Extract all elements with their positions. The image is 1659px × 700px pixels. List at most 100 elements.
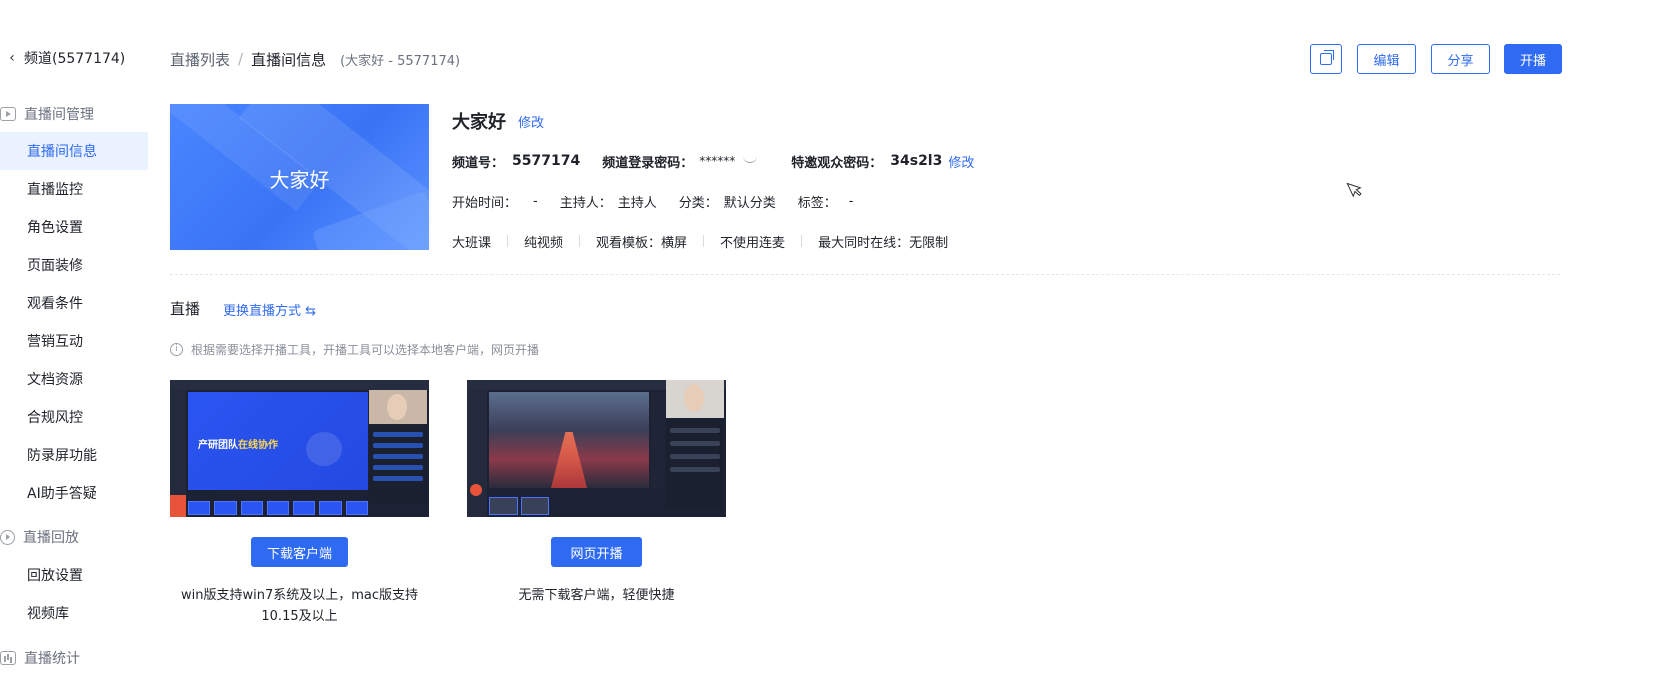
room-title-row: 大家好 修改 [452, 108, 544, 134]
group-room-manage[interactable]: 直播间管理 [0, 102, 94, 126]
attr-class-type: 大班课 [452, 235, 492, 251]
sidebar-item-room-info[interactable]: 直播间信息 [0, 132, 148, 170]
preview-chat [369, 426, 427, 503]
login-password-label: 频道登录密码： [602, 155, 694, 171]
sidebar-item-documents[interactable]: 文档资源 [0, 360, 148, 398]
back-to-channel[interactable]: ‹ 频道(5577174) [0, 46, 125, 70]
host-value: 主持人 [617, 195, 657, 211]
group-replay[interactable]: 直播回放 [0, 525, 79, 549]
group-label: 直播统计 [24, 651, 80, 667]
copy-icon [1320, 50, 1334, 65]
web-description: 无需下载客户端，轻便快捷 [518, 588, 675, 603]
divider [579, 235, 581, 247]
person-avatar [684, 384, 704, 412]
preview-camera [369, 390, 427, 424]
breadcrumb-sub: (大家好 - 5577174) [340, 53, 461, 69]
download-client-button[interactable]: 下载客户端 [251, 537, 348, 567]
stats-icon [0, 651, 16, 665]
sidebar-item-page-decor[interactable]: 页面装修 [0, 246, 148, 284]
group-label: 直播回放 [23, 530, 79, 546]
guest-password-value: 34s2l3 [890, 153, 943, 169]
client-preview-image: 产研团队在线协作 [170, 380, 429, 517]
live-tip-text: 根据需要选择开播工具，开播工具可以选择本地客户端，网页开播 [191, 342, 540, 357]
web-live-button[interactable]: 网页开播 [551, 537, 642, 567]
sidebar: ‹ 频道(5577174) 直播间管理 直播间信息 直播监控 角色设置 页面装修… [0, 36, 148, 700]
client-desc-line2: 10.15及以上 [261, 609, 338, 624]
category-label: 分类： [678, 195, 718, 211]
copy-button[interactable] [1310, 44, 1342, 74]
info-icon: i [170, 342, 183, 356]
sidebar-item-watch-conditions[interactable]: 观看条件 [0, 284, 148, 322]
host-label: 主持人： [559, 195, 612, 211]
preview-slide-text: 产研团队在线协作 [198, 436, 278, 451]
sidebar-item-monitor[interactable]: 直播监控 [0, 170, 148, 208]
client-desc-line1: win版支持win7系统及以上，mac版支持 [180, 588, 418, 603]
breadcrumb-current: 直播间信息 [251, 50, 327, 69]
slide-text-a: 产研团队 [198, 440, 238, 451]
video-icon [0, 107, 16, 121]
record-dot-icon [470, 484, 482, 496]
web-preview-image [467, 380, 726, 517]
channel-no-label: 频道号： [452, 155, 505, 171]
group-stats[interactable]: 直播统计 [0, 646, 80, 670]
divider [703, 235, 705, 247]
share-button[interactable]: 分享 [1431, 44, 1490, 74]
category-value: 默认分类 [723, 195, 776, 211]
chevron-left-icon: ‹ [9, 50, 15, 66]
top-bar [0, 0, 1659, 6]
room-meta-secondary: 开始时间： - 主持人： 主持人 分类： 默认分类 标签： - [452, 191, 854, 211]
edit-button[interactable]: 编辑 [1357, 44, 1416, 74]
tag-label: 标签： [797, 195, 837, 211]
channel-title: 频道(5577174) [24, 51, 126, 67]
preview-sidebar [467, 390, 487, 517]
mouse-cursor-icon [1346, 178, 1364, 199]
attr-co-host: 不使用连麦 [720, 235, 786, 251]
attr-media-type: 纯视频 [524, 235, 564, 251]
client-description: win版支持win7系统及以上，mac版支持 10.15及以上 [170, 585, 429, 627]
preview-slide: 产研团队在线协作 [188, 392, 368, 490]
divider [801, 235, 803, 247]
guest-password-label: 特邀观众密码： [791, 155, 883, 171]
sidebar-item-marketing[interactable]: 营销互动 [0, 322, 148, 360]
preview-thumbnails [188, 501, 368, 515]
preview-chat [666, 420, 724, 509]
slide-text-b: 在线协作 [238, 440, 278, 451]
sidebar-item-roles[interactable]: 角色设置 [0, 208, 148, 246]
replay-icon [0, 529, 15, 545]
sidebar-item-ai-assistant[interactable]: AI助手答疑 [0, 474, 148, 512]
sidebar-item-compliance[interactable]: 合规风控 [0, 398, 148, 436]
sidebar-item-video-library[interactable]: 视频库 [0, 594, 148, 632]
preview-city-scene [489, 392, 649, 488]
preview-toolbar [170, 380, 429, 390]
start-live-button[interactable]: 开播 [1504, 44, 1562, 74]
preview-illustration [306, 432, 342, 466]
modify-guest-password-link[interactable]: 修改 [948, 152, 974, 171]
room-cover-image: 大家好 [170, 104, 429, 250]
sidebar-item-anti-record[interactable]: 防录屏功能 [0, 436, 148, 474]
cover-title: 大家好 [269, 168, 330, 192]
room-attributes: 大班课 纯视频 观看模板：横屏 不使用连麦 最大同时在线：无限制 [452, 231, 948, 251]
sidebar-item-replay-settings[interactable]: 回放设置 [0, 556, 148, 594]
login-password-value: ****** [699, 154, 736, 168]
preview-tools [651, 392, 665, 488]
preview-badge [170, 495, 186, 517]
live-tip: i 根据需要选择开播工具，开播工具可以选择本地客户端，网页开播 [170, 340, 539, 358]
start-time-value: - [533, 193, 538, 209]
channel-no-value: 5577174 [512, 153, 581, 169]
breadcrumb-separator: / [238, 50, 244, 68]
live-section-title: 直播 [170, 300, 201, 318]
eye-closed-icon[interactable] [743, 156, 758, 163]
breadcrumb: 直播列表 / 直播间信息 (大家好 - 5577174) [170, 48, 460, 70]
tag-value: - [848, 193, 854, 209]
breadcrumb-live-list[interactable]: 直播列表 [170, 49, 230, 70]
modify-name-link[interactable]: 修改 [518, 112, 544, 131]
person-avatar [387, 394, 407, 420]
start-time-label: 开始时间： [452, 195, 518, 211]
switch-live-mode-link[interactable]: 更换直播方式 ⇆ [223, 300, 316, 319]
section-divider [170, 274, 1560, 275]
divider [507, 235, 509, 247]
preview-camera [666, 380, 724, 418]
group-label: 直播间管理 [24, 107, 94, 123]
attr-watch-template: 观看模板：横屏 [596, 235, 688, 251]
preview-thumbnails [489, 497, 549, 515]
